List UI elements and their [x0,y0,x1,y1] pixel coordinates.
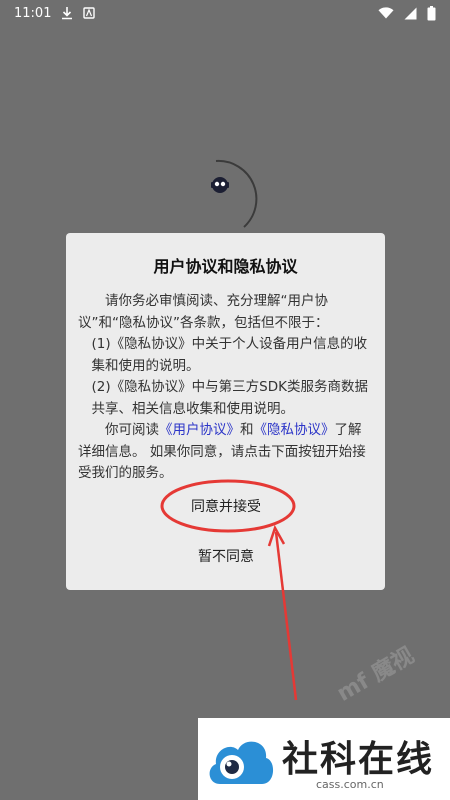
agreement-read-more: 你可阅读《用户协议》和《隐私协议》了解详细信息。 如果你同意，请点击下面按钮开始… [78,420,374,485]
privacy-agreement-link[interactable]: 《隐私协议》 [254,422,335,438]
faint-watermark: mf 魔视 [333,643,419,707]
watermark-title: 社科在线 [282,739,435,780]
agreement-item-2: (2)《隐私协议》中与第三方SDK类服务商数据共享、相关信息收集和使用说明。 [91,379,368,417]
status-left: 11:01 [14,5,96,21]
accept-button[interactable]: 同意并接受 [174,493,278,519]
status-time: 11:01 [14,5,52,21]
status-right [378,5,436,21]
app-notification-icon [83,7,96,19]
dialog-body: 请你务必审慎阅读、充分理解“用户协议”和“隐私协议”各条款，包括但不限于： (1… [78,291,374,485]
read-more-prefix: 你可阅读 [105,422,159,438]
agreement-intro-text: 请你务必审慎阅读、充分理解“用户协议”和“隐私协议”各条款，包括但不限于： [78,293,329,331]
wifi-icon [378,7,394,19]
decline-button[interactable]: 暂不同意 [174,543,278,569]
download-icon [61,6,73,20]
watermark-banner: 社科在线 cass.com.cn [198,718,450,800]
user-agreement-link[interactable]: 《用户协议》 [159,422,240,438]
cloud-logo-icon [209,741,274,784]
read-more-and: 和 [240,422,254,438]
signal-icon [404,7,417,20]
dialog-title: 用户协议和隐私协议 [153,257,298,276]
battery-icon [427,5,436,21]
status-bar: 11:01 [0,0,450,26]
watermark-url: cass.com.cn [316,778,384,791]
privacy-agreement-dialog: 用户协议和隐私协议 请你务必审慎阅读、充分理解“用户协议”和“隐私协议”各条款，… [66,233,385,590]
splash-app-logo [170,155,258,243]
agreement-item-1: (1)《隐私协议》中关于个人设备用户信息的收集和使用的说明。 [91,336,368,374]
